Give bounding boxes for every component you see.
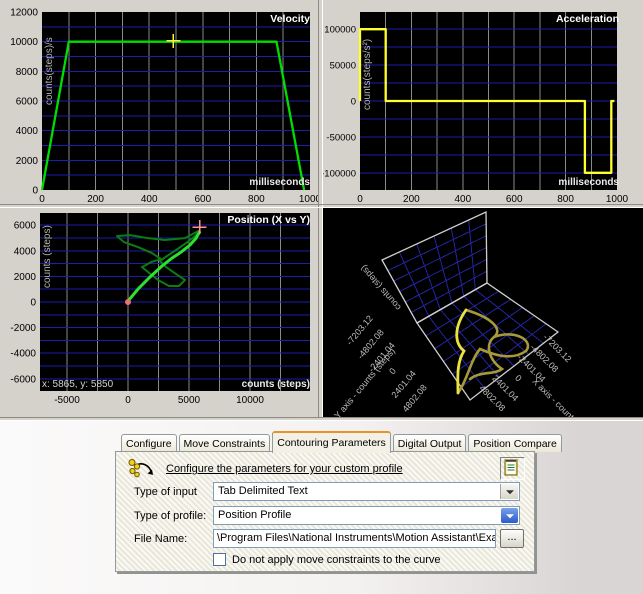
tick-label: 0 xyxy=(125,395,131,406)
tab-label: Contouring Parameters xyxy=(277,437,386,449)
tick-label: -2000 xyxy=(10,323,36,334)
tick-label: 12000 xyxy=(10,8,38,19)
file-name-label: File Name: xyxy=(134,533,188,545)
type-of-input-combo[interactable]: Tab Delimited Text xyxy=(213,482,520,501)
motion-assistant-window: 0200400600800100002000400060008000100001… xyxy=(0,0,643,594)
tick-label: 400 xyxy=(454,194,471,203)
tick-label: 6000 xyxy=(14,221,37,232)
chevron-down-icon xyxy=(505,489,514,494)
tick-label: 800 xyxy=(248,194,265,203)
tick-label: 0 xyxy=(351,97,356,108)
tab-label: Move Constraints xyxy=(183,437,266,450)
tick-label: 600 xyxy=(194,194,211,203)
tick-label: 6000 xyxy=(16,97,39,108)
acceleration-x-axis-label: milliseconds xyxy=(558,177,619,188)
acceleration-y-axis-label: counts(steps/s²) xyxy=(362,38,373,110)
do-not-apply-constraints-label: Do not apply move constraints to the cur… xyxy=(232,554,441,566)
file-name-value: \Program Files\National Instruments\Moti… xyxy=(217,532,496,544)
type-of-profile-combo[interactable]: Position Profile xyxy=(213,506,520,525)
acceleration-chart: 0 200 400 600 800 1000 -100000 -50000 0 50000 1000… xyxy=(323,2,643,203)
tick-label: -6000 xyxy=(10,374,36,385)
velocity-x-axis-label: milliseconds xyxy=(249,177,310,188)
velocity-chart: 0200400600800100002000400060008000100001… xyxy=(2,2,318,204)
page-instruction: Configure the parameters for your custom… xyxy=(166,463,403,475)
contouring-parameters-page: Configure the parameters for your custom… xyxy=(115,451,535,572)
type-of-profile-value: Position Profile xyxy=(218,509,292,521)
tab-move-constraints[interactable]: Move Constraints xyxy=(178,434,271,452)
position-3d-chart: counts (steps) Y axis - counts (steps) X… xyxy=(323,208,643,417)
acceleration-title: Acceleration xyxy=(555,13,619,25)
gridline xyxy=(450,227,465,297)
tick-label: 1000 xyxy=(606,194,629,203)
position-y-axis-label: counts (steps) xyxy=(42,225,53,288)
tab-digital-output[interactable]: Digital Output xyxy=(392,434,467,452)
tick-label: 0 xyxy=(32,186,38,197)
tick-label: -100000 xyxy=(323,168,356,179)
tab-contouring-parameters[interactable]: Contouring Parameters xyxy=(272,431,391,453)
tick-label: 2000 xyxy=(14,272,37,283)
browse-button[interactable]: ... xyxy=(500,529,524,548)
chevron-down-icon xyxy=(505,513,514,518)
tick-label: 200 xyxy=(87,194,104,203)
type-of-input-dropdown-button[interactable] xyxy=(500,484,518,499)
position-chart: -5000 0 5000 10000 -6000 -4000 -2000 0 2000 4000 6… xyxy=(2,208,318,417)
tick-label: 10000 xyxy=(10,37,38,48)
tick-label: 100000 xyxy=(324,25,356,36)
tick-label: 2000 xyxy=(16,156,39,167)
tab-label: Position Compare xyxy=(473,437,557,450)
tick-label: 0 xyxy=(30,298,36,309)
tick-label: -5000 xyxy=(54,395,80,406)
position-title: Position (X vs Y) xyxy=(227,214,310,226)
tick-label: -50000 xyxy=(326,132,356,143)
contour-profile-icon xyxy=(128,459,153,478)
tick-label: 200 xyxy=(403,194,420,203)
configuration-area: Configure Move Constraints Contouring Pa… xyxy=(0,421,643,594)
cursor-position-readout: x: 5865, y: 5850 xyxy=(42,379,114,390)
type-of-input-label: Type of input xyxy=(134,486,197,498)
tab-label: Digital Output xyxy=(397,437,462,450)
vertical-divider xyxy=(318,0,323,417)
position-x-axis-label: counts (steps) xyxy=(241,379,310,390)
tick-label: 4000 xyxy=(16,126,39,137)
start-point-marker xyxy=(124,299,131,305)
do-not-apply-constraints-checkbox[interactable] xyxy=(213,553,226,566)
tick-label: 8000 xyxy=(16,67,39,78)
tick-label: 50000 xyxy=(330,61,356,72)
tick-label: 400 xyxy=(141,194,158,203)
graphs-area: 0200400600800100002000400060008000100001… xyxy=(0,0,643,421)
tab-strip: Configure Move Constraints Contouring Pa… xyxy=(121,430,564,453)
tick-label: 600 xyxy=(506,194,523,203)
velocity-y-axis-label: counts(steps)/s xyxy=(44,37,55,105)
tab-position-compare[interactable]: Position Compare xyxy=(468,434,562,452)
tick-label: -4000 xyxy=(10,349,36,360)
parameters-tab-panel: Configure Move Constraints Contouring Pa… xyxy=(115,429,562,572)
tab-label: Configure xyxy=(126,437,172,450)
tick-label: 5000 xyxy=(178,395,201,406)
tick-label: 4000 xyxy=(14,246,37,257)
tick-label: 800 xyxy=(557,194,574,203)
view-data-button[interactable] xyxy=(500,457,525,480)
velocity-title: Velocity xyxy=(270,13,310,25)
type-of-profile-label: Type of profile: xyxy=(134,510,207,522)
horizontal-divider xyxy=(0,204,643,208)
notepad-icon xyxy=(504,459,518,476)
file-name-input[interactable]: \Program Files\National Instruments\Moti… xyxy=(213,529,496,548)
tick-label: 1000 xyxy=(299,194,318,203)
type-of-input-value: Tab Delimited Text xyxy=(218,485,308,497)
tick-label: 10000 xyxy=(236,395,264,406)
tick-label: 0 xyxy=(357,194,363,203)
tick-label: 0 xyxy=(39,194,45,203)
type-of-profile-dropdown-button[interactable] xyxy=(501,508,518,523)
tab-configure[interactable]: Configure xyxy=(121,434,177,452)
